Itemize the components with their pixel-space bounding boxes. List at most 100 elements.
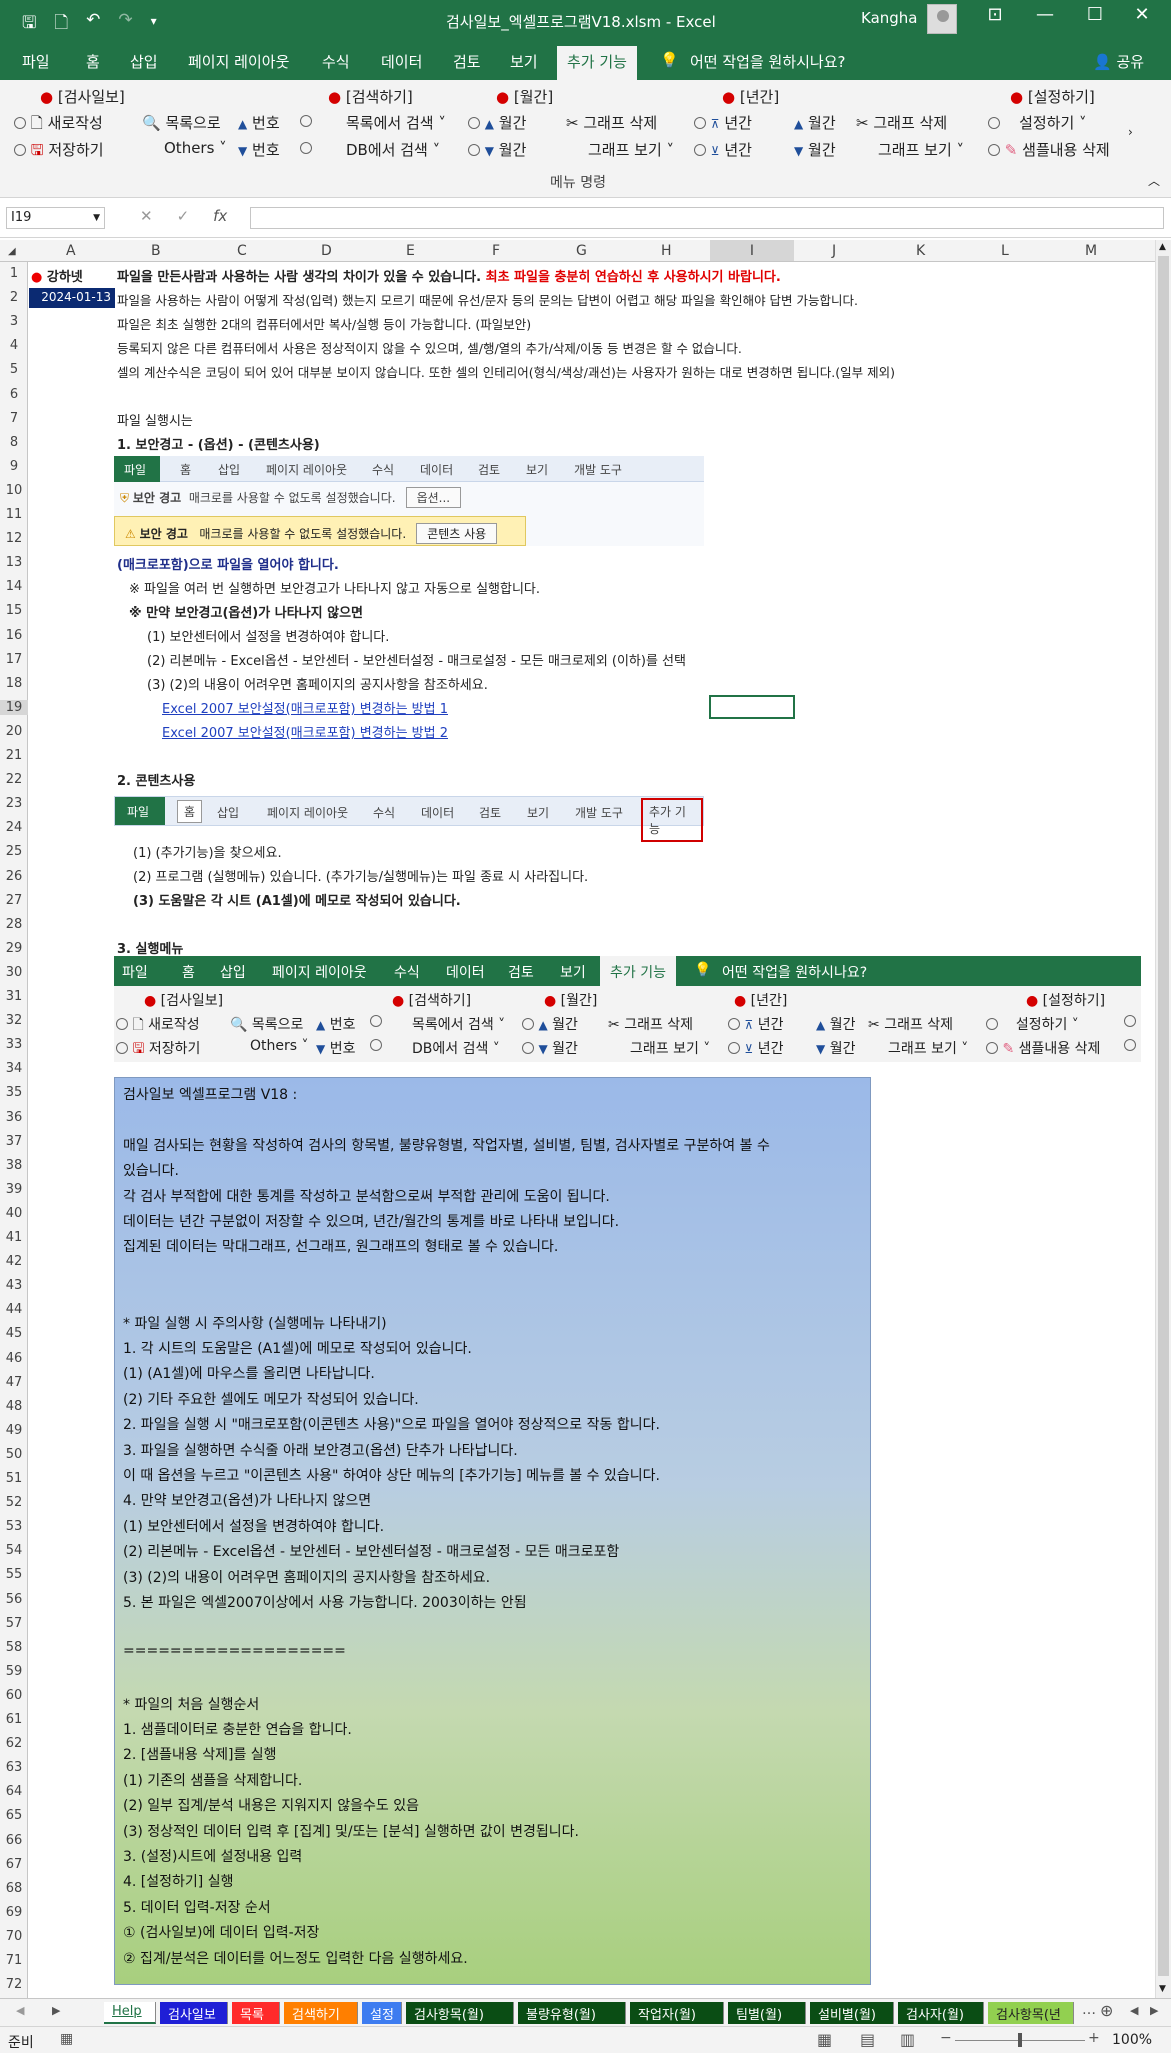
graph-view-dropdown[interactable]: 그래프 보기 ˅: [588, 139, 674, 160]
radio-icon[interactable]: [300, 112, 312, 130]
page-break-view-icon[interactable]: ▥: [900, 2030, 915, 2049]
others-dropdown[interactable]: Others ˅: [164, 139, 227, 157]
yearly-graph-delete-button[interactable]: ✂ 그래프 삭제: [856, 112, 947, 133]
cell-b8[interactable]: 1. 보안경고 - (옵션) - (콘텐츠사용): [117, 434, 320, 453]
tab-insert[interactable]: 삽입: [130, 51, 158, 72]
cancel-icon[interactable]: ✕: [140, 207, 153, 225]
row-header[interactable]: 52: [0, 1495, 28, 1510]
row-header[interactable]: 71: [0, 1953, 28, 1968]
row-header[interactable]: 31: [0, 989, 28, 1004]
row-header[interactable]: 11: [0, 507, 28, 522]
sheet-tab[interactable]: 목록: [232, 2002, 280, 2024]
sheet-tab[interactable]: 불량유형(월): [518, 2002, 626, 2024]
sample-delete-button[interactable]: ✎ 샘플내용 삭제: [988, 139, 1110, 160]
row-header[interactable]: 26: [0, 869, 28, 884]
col-j[interactable]: J: [832, 243, 836, 259]
tab-data[interactable]: 데이터: [381, 51, 422, 72]
row-header[interactable]: 1: [0, 266, 28, 281]
user-name[interactable]: Kangha: [861, 9, 918, 27]
row-header[interactable]: 47: [0, 1375, 28, 1390]
row-header[interactable]: 27: [0, 893, 28, 908]
zoom-out-icon[interactable]: −: [940, 2030, 952, 2046]
number-down-button[interactable]: ▼ 번호: [238, 139, 280, 160]
tab-page-layout[interactable]: 페이지 레이아웃: [188, 51, 289, 72]
cell-b29[interactable]: 3. 실행메뉴: [117, 938, 183, 957]
new-button[interactable]: 🗋 새로작성: [14, 112, 103, 138]
yearly-month-up-button[interactable]: ▲ 월간: [794, 112, 836, 133]
row-header[interactable]: 2: [0, 290, 28, 305]
cell-b16[interactable]: (1) 보안센터에서 설정을 변경하여야 합니다.: [147, 626, 389, 645]
formula-input[interactable]: [250, 207, 1164, 229]
row-header[interactable]: 19: [0, 699, 28, 715]
scroll-up-icon[interactable]: ▲: [1159, 242, 1166, 252]
avatar[interactable]: [927, 4, 957, 34]
search-db-dropdown[interactable]: DB에서 검색 ˅: [346, 139, 440, 160]
row-header[interactable]: 36: [0, 1110, 28, 1125]
col-k[interactable]: K: [916, 243, 925, 259]
more-sheets-icon[interactable]: …: [1082, 2002, 1096, 2018]
col-a[interactable]: A: [66, 243, 76, 259]
cell-b14[interactable]: ※ 파일을 여러 번 실행하면 보안경고가 나타나지 않고 자동으로 실행합니다…: [129, 578, 540, 597]
normal-view-icon[interactable]: ▦: [817, 2030, 832, 2049]
tab-scroll-left-icon[interactable]: ◀: [16, 2004, 24, 2017]
enter-icon[interactable]: ✓: [177, 207, 190, 225]
tell-me-search[interactable]: 어떤 작업을 원하시나요?: [690, 51, 846, 72]
col-h[interactable]: H: [661, 243, 672, 259]
row-header[interactable]: 22: [0, 772, 28, 787]
row-header[interactable]: 13: [0, 555, 28, 570]
scroll-thumb[interactable]: [1158, 256, 1169, 1976]
close-icon[interactable]: ✕: [1122, 4, 1162, 25]
row-header[interactable]: 58: [0, 1640, 28, 1655]
row-header[interactable]: 48: [0, 1399, 28, 1414]
select-all-icon[interactable]: ◢: [8, 246, 16, 257]
radio-icon[interactable]: [300, 139, 312, 157]
row-header[interactable]: 60: [0, 1688, 28, 1703]
row-header[interactable]: 69: [0, 1905, 28, 1920]
cell-b4[interactable]: 등록되지 않은 다른 컴퓨터에서 사용은 정상적이지 않을 수 있으며, 셀/행…: [117, 338, 742, 357]
row-header[interactable]: 9: [0, 459, 28, 474]
row-header[interactable]: 30: [0, 965, 28, 980]
share-button[interactable]: 👤 공유: [1093, 51, 1144, 72]
cell-b26[interactable]: (2) 프로그램 (실행메뉴) 있습니다. (추가기능/실행메뉴)는 파일 종료…: [133, 866, 588, 885]
sheet-tab[interactable]: 검사일보: [160, 2002, 228, 2024]
cell-b27[interactable]: (3) 도움말은 각 시트 (A1셀)에 메모로 작성되어 있습니다.: [133, 890, 461, 909]
row-header[interactable]: 66: [0, 1833, 28, 1848]
sheet-tab[interactable]: 검사자(월): [898, 2002, 984, 2024]
col-e[interactable]: E: [406, 243, 415, 259]
search-list-dropdown[interactable]: 목록에서 검색 ˅: [346, 112, 446, 133]
row-header[interactable]: 7: [0, 411, 28, 426]
yearly-bottom-button[interactable]: ⊻ 년간: [694, 139, 752, 160]
sheet-tab[interactable]: 검사항목(월): [406, 2002, 514, 2024]
row-header[interactable]: 10: [0, 483, 28, 498]
row-header[interactable]: 23: [0, 796, 28, 811]
row-header[interactable]: 17: [0, 652, 28, 667]
link-method-1[interactable]: Excel 2007 보안설정(매크로포함) 변경하는 방법 1: [162, 698, 448, 717]
add-sheet-icon[interactable]: ⊕: [1100, 2001, 1113, 2020]
tab-review[interactable]: 검토: [453, 51, 481, 72]
graph-delete-button[interactable]: ✂ 그래프 삭제: [566, 112, 657, 133]
row-header[interactable]: 29: [0, 941, 28, 956]
row-header[interactable]: 20: [0, 724, 28, 739]
row-header[interactable]: 61: [0, 1712, 28, 1727]
hscroll-left-icon[interactable]: ◀: [1130, 2004, 1138, 2017]
sheet-tab[interactable]: Help: [104, 2002, 156, 2024]
col-g[interactable]: G: [576, 243, 587, 259]
sheet-tab[interactable]: 검색하기: [284, 2002, 358, 2024]
tab-view[interactable]: 보기: [510, 51, 538, 72]
redo-icon[interactable]: ↷: [118, 10, 132, 39]
row-header[interactable]: 41: [0, 1230, 28, 1245]
sheet-tab[interactable]: 설비별(월): [810, 2002, 894, 2024]
row-header[interactable]: 63: [0, 1760, 28, 1775]
cell-b15[interactable]: ※ 만약 보안경고(옵션)가 나타나지 않으면: [129, 602, 363, 621]
cell-b18[interactable]: (3) (2)의 내용이 어려우면 홈페이지의 공지사항을 참조하세요.: [147, 674, 488, 693]
yearly-month-down-button[interactable]: ▼ 월간: [794, 139, 836, 160]
row-header[interactable]: 32: [0, 1013, 28, 1028]
function-icon[interactable]: fx: [213, 207, 227, 225]
save-icon[interactable]: 🖫: [22, 10, 36, 39]
customize-icon[interactable]: ▾: [151, 14, 157, 39]
number-up-button[interactable]: ▲ 번호: [238, 112, 280, 133]
row-header[interactable]: 38: [0, 1158, 28, 1173]
cell-b3[interactable]: 파일은 최초 실행한 2대의 컴퓨터에서만 복사/실행 등이 가능합니다. (파…: [117, 314, 531, 333]
monthly-up-button[interactable]: ▲ 월간: [468, 112, 526, 133]
row-header[interactable]: 25: [0, 844, 28, 859]
